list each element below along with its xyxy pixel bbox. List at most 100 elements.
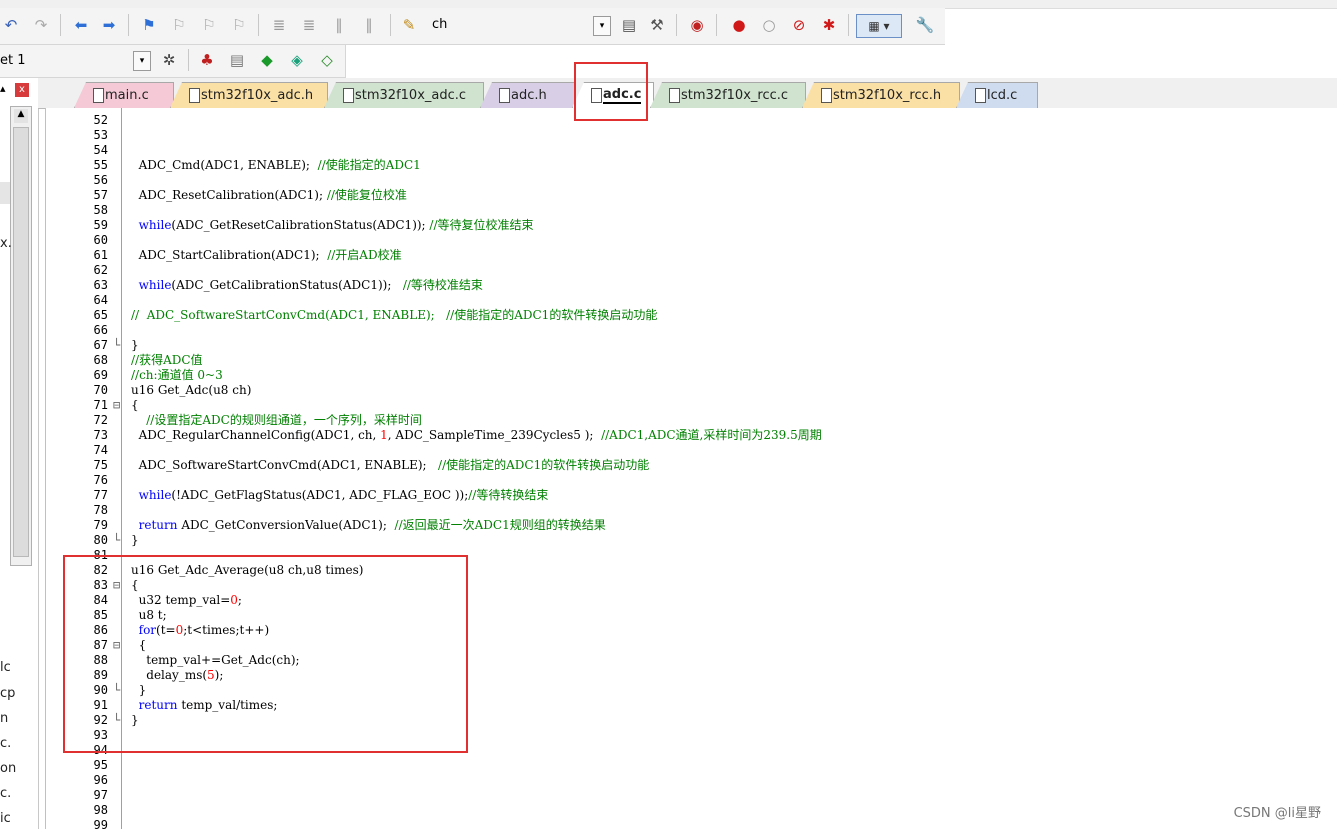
code-comment: // ADC_SoftwareStartConvCmd(ADC1, ENABLE… [131,308,658,322]
manage-rte-icon[interactable]: ▤ [228,51,246,69]
find-combo-dropdown-icon[interactable]: ▾ [593,16,611,36]
find-in-files-icon[interactable]: ✎ [400,16,418,34]
code-line: } [131,338,139,353]
code-text: ADC_RegularChannelConfig(ADC1, ch, [131,428,381,442]
code-comment: //ADC1,ADC通道,采样时间为239.5周期 [601,428,822,442]
tab-adc-h[interactable]: adc.h [480,82,576,108]
line-number: 72 [93,413,108,427]
project-tree-item[interactable]: ic [0,811,11,826]
tab-stm32f10x-adc-c[interactable]: stm32f10x_adc.c [324,82,484,108]
file-icon [669,88,680,103]
line-number: 77 [93,488,108,502]
scroll-up-icon[interactable]: ▲ [14,109,28,123]
code-line: { [131,398,139,413]
line-number: 61 [93,248,108,262]
project-tree-item[interactable]: cp [0,686,15,701]
disable-breakpoints-icon[interactable]: ⊘ [790,16,808,34]
code-text: ADC_Cmd(ADC1, ENABLE); [131,158,318,172]
code-line: } [131,533,139,548]
clear-bookmarks-icon[interactable]: ⚐ [230,16,248,34]
line-number: 96 [93,773,108,787]
tab-label: stm32f10x_adc.c [355,88,467,103]
tab-label: adc.h [511,88,547,103]
comment-icon[interactable]: ∥ [330,16,348,34]
toolbar-separator [128,14,129,36]
toolbar-separator [188,49,189,71]
target-select[interactable]: et 1 [0,53,26,68]
project-panel-scrollbar[interactable]: ▲ [10,106,32,566]
tab-stm32f10x-adc-h[interactable]: stm32f10x_adc.h [170,82,328,108]
code-line: ADC_RegularChannelConfig(ADC1, ch, 1, AD… [131,428,822,443]
bookmark-icon[interactable]: ⚑ [140,16,158,34]
navigate-back-icon[interactable]: ⬅ [72,16,90,34]
fold-collapse-icon[interactable]: ⊟ [113,398,120,413]
manage-project-items-icon[interactable]: ♣ [198,51,216,69]
tab-main-c[interactable]: main.c [74,82,174,108]
find-combo-input[interactable]: ch [432,17,447,32]
tab-label: stm32f10x_rcc.h [833,88,942,103]
code-comment: //等待校准结束 [402,278,483,292]
prev-bookmark-icon[interactable]: ⚐ [170,16,188,34]
code-text: u16 Get_Adc(u8 ch) [131,383,252,397]
code-line: while(ADC_GetCalibrationStatus(ADC1)); /… [131,278,483,293]
file-icon [343,88,354,103]
toolbar-separator [676,14,677,36]
toolbar-separator [716,14,717,36]
line-number: 62 [93,263,108,277]
code-line: u16 Get_Adc(u8 ch) [131,383,251,398]
tab-stm32f10x-rcc-c[interactable]: stm32f10x_rcc.c [650,82,806,108]
unindent-icon[interactable]: ≣ [300,16,318,34]
configure-wrench-icon[interactable]: 🔧 [916,16,935,34]
line-number: 79 [93,518,108,532]
select-pack-icon[interactable]: ◈ [288,51,306,69]
code-number: 1 [380,428,388,442]
code-line: ADC_Cmd(ADC1, ENABLE); //使能指定的ADC1 [131,158,421,173]
file-icon [821,88,832,103]
scrollbar-thumb[interactable] [13,127,29,557]
code-comment: //开启AD校准 [327,248,402,262]
undo-icon[interactable]: ↶ [2,16,20,34]
tab-lcd-c[interactable]: lcd.c [956,82,1038,108]
panel-close-icon[interactable]: x [15,83,29,97]
panel-pin-icon[interactable]: ▴ [0,82,6,95]
code-comment: //ch:通道值 0~3 [131,368,223,382]
target-options-icon[interactable]: ✲ [160,51,178,69]
pack-installer-icon[interactable]: ◆ [258,51,276,69]
project-tree-item[interactable]: n [0,711,8,726]
project-tree-item[interactable]: on [0,761,16,776]
target-select-dropdown-icon[interactable]: ▾ [133,51,151,71]
fold-end-marker: └ [113,338,121,352]
next-bookmark-icon[interactable]: ⚐ [200,16,218,34]
kill-breakpoints-icon[interactable]: ✱ [820,16,838,34]
project-tree-item[interactable]: c. [0,786,11,801]
code-line: while(ADC_GetResetCalibrationStatus(ADC1… [131,218,534,233]
tab-stm32f10x-rcc-h[interactable]: stm32f10x_rcc.h [802,82,960,108]
debug-start-icon[interactable]: ◉ [688,16,706,34]
window-layout-icon[interactable]: ▦ ▾ [856,14,902,38]
insert-breakpoint-icon[interactable]: ● [730,16,748,34]
run-time-environment-icon[interactable]: ◇ [318,51,336,69]
navigate-forward-icon[interactable]: ➡ [100,16,118,34]
enable-breakpoint-icon[interactable]: ○ [760,16,778,34]
redo-icon[interactable]: ↷ [32,16,50,34]
line-number: 65 [93,308,108,322]
build-toolbar: et 1 ▾ ✲ ♣ ▤ ◆ ◈ ◇ [0,45,346,78]
code-line: while(!ADC_GetFlagStatus(ADC1, ADC_FLAG_… [131,488,549,503]
line-number: 55 [93,158,108,172]
code-line: //设置指定ADC的规则组通道，一个序列，采样时间 [131,413,422,428]
code-comment: //等待转换结束 [468,488,549,502]
line-number: 52 [93,113,108,127]
project-tree-item[interactable]: c. [0,736,11,751]
uncomment-icon[interactable]: ∥ [360,16,378,34]
project-tree-item[interactable]: lc [0,660,11,675]
code-text: ADC_SoftwareStartConvCmd(ADC1, ENABLE); [131,458,439,472]
indent-icon[interactable]: ≣ [270,16,288,34]
find-reference-icon[interactable]: ⚒ [648,16,666,34]
line-number: 54 [93,143,108,157]
line-number: 75 [93,458,108,472]
project-tree-item[interactable]: x. [0,236,12,251]
code-comment: //等待复位校准结束 [429,218,534,232]
incremental-find-icon[interactable]: ▤ [620,16,638,34]
code-line: ADC_StartCalibration(ADC1); //开启AD校准 [131,248,402,263]
code-line: //获得ADC值 [131,353,203,368]
